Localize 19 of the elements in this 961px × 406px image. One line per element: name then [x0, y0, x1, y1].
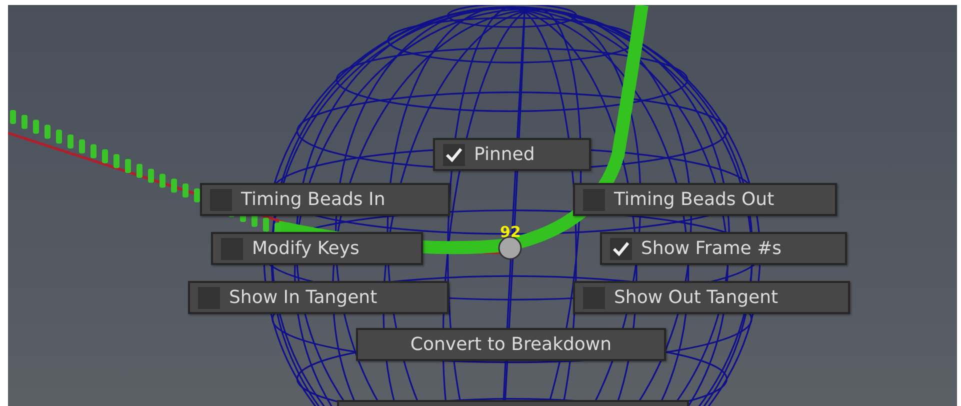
marking-menu-item[interactable]: Show In Tangent: [188, 281, 449, 314]
menu-item-label: Pinned: [474, 143, 535, 167]
marking-menu-item[interactable]: Modify Keys: [211, 232, 423, 265]
keyframe-handle[interactable]: [498, 236, 522, 260]
marking-menu-item[interactable]: Pinned: [433, 138, 591, 171]
menu-item-label: Timing Beads In: [241, 188, 386, 212]
marking-menu-item[interactable]: Timing Beads In: [200, 183, 450, 216]
marking-menu-item[interactable]: Timing Beads Out: [573, 183, 837, 216]
menu-item-label: Show Frame #s: [641, 237, 782, 261]
marking-menu-item[interactable]: Show Frame #s: [600, 232, 847, 265]
menu-item-label: Timing Beads Out: [614, 188, 774, 212]
menu-item-label: Show Out Tangent: [614, 286, 778, 310]
marking-menu-item[interactable]: Show Out Tangent: [573, 281, 850, 314]
menu-item-label: Show In Tangent: [229, 286, 378, 310]
checkbox[interactable]: [443, 144, 465, 166]
menu-item-label: Modify Keys: [252, 237, 360, 261]
frame-number: 92: [500, 225, 521, 240]
checkbox[interactable]: [610, 238, 632, 260]
marking-menu-item[interactable]: Convert to Breakdown: [356, 328, 666, 361]
